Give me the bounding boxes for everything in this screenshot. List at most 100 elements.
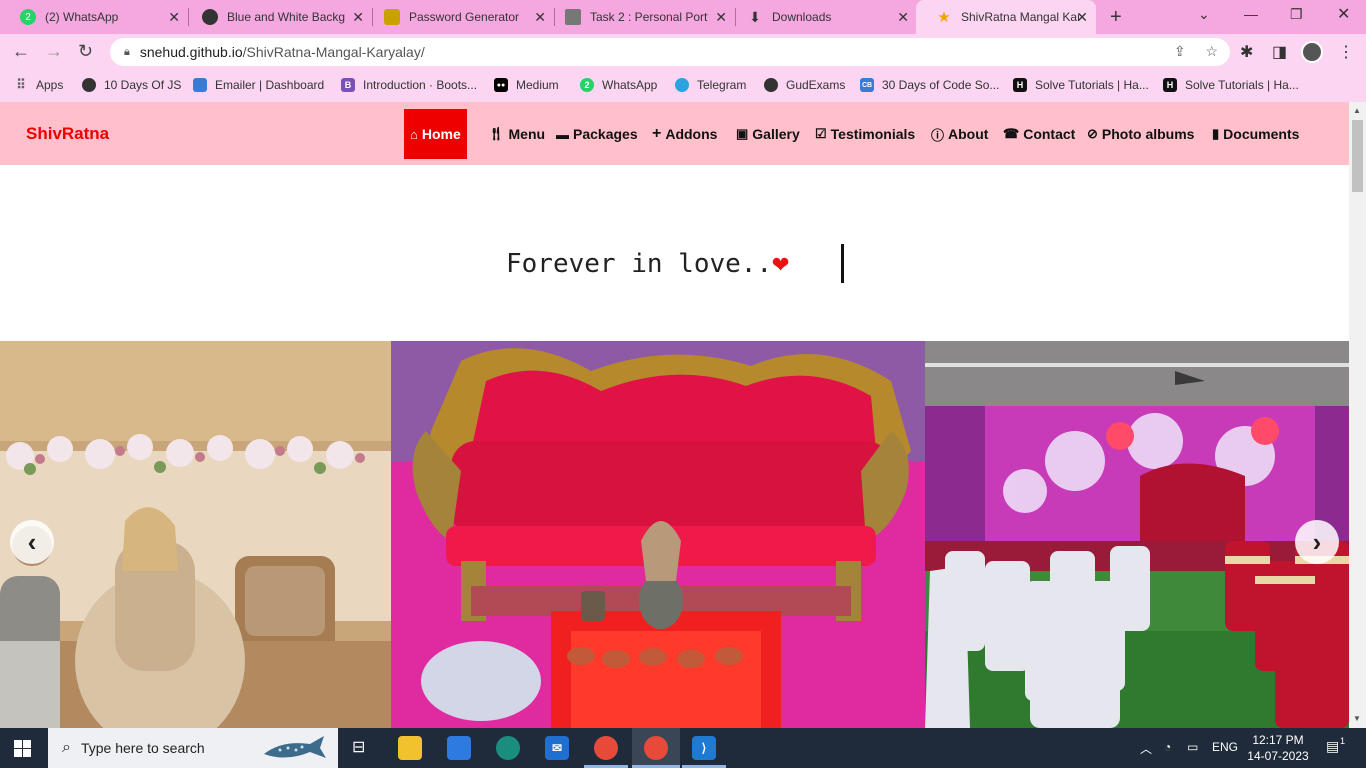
bookmark-apps[interactable]: ⠿ Apps: [14, 77, 63, 92]
close-icon[interactable]: ✕: [897, 9, 909, 26]
tab-blue-white[interactable]: Blue and White Backg ✕: [182, 0, 373, 34]
nav-about[interactable]: ⓘ About: [931, 109, 988, 159]
carousel-prev-button[interactable]: ‹: [10, 520, 54, 564]
bookmark-whatsapp[interactable]: 2 WhatsApp: [580, 78, 657, 92]
nav-menu[interactable]: 🍴︎ Menu: [488, 109, 545, 159]
nav-contact[interactable]: ☎ Contact: [1003, 109, 1075, 159]
scroll-up-icon[interactable]: ▲: [1353, 106, 1361, 115]
nav-packages[interactable]: ▬ Packages: [556, 109, 638, 159]
carousel-photo-sofa: [391, 341, 925, 728]
tab-password-generator[interactable]: Password Generator ✕: [364, 0, 555, 34]
nav-photo-albums[interactable]: ⊘ Photo albums: [1087, 109, 1194, 159]
nav-documents[interactable]: ▮ Documents: [1212, 109, 1299, 159]
search-icon: ⌕: [62, 739, 71, 756]
reload-button[interactable]: ↻: [78, 41, 93, 62]
tab-search-icon[interactable]: ⌄: [1198, 6, 1210, 23]
forward-button[interactable]: →: [45, 41, 63, 62]
carousel-photo-hall: [925, 341, 1349, 728]
extensions-icon[interactable]: ✱: [1240, 42, 1253, 62]
telegram-icon: [675, 78, 689, 92]
share-icon[interactable]: ⇪: [1174, 43, 1186, 59]
close-icon[interactable]: ✕: [1076, 9, 1088, 26]
plus-icon: +: [652, 125, 662, 142]
bookmark-emailer[interactable]: Emailer | Dashboard: [193, 78, 324, 92]
apps-grid-icon: ⠿: [16, 77, 26, 92]
nav-label: Menu: [508, 126, 546, 142]
star-icon: ★: [937, 9, 951, 26]
nav-addons[interactable]: + Addons: [652, 109, 717, 159]
bookmark-label: 30 Days of Code So...: [882, 78, 1000, 92]
search-placeholder: Type here to search: [80, 740, 205, 756]
profile-avatar[interactable]: [1301, 41, 1323, 63]
language-indicator[interactable]: ENG: [1212, 740, 1238, 754]
site-brand[interactable]: ShivRatna: [26, 124, 109, 144]
nav-label: Packages: [573, 126, 638, 142]
site-navbar: ShivRatna ⌂ Home 🍴︎ Menu ▬ Packages + Addons…: [0, 102, 1349, 165]
close-icon[interactable]: ✕: [715, 9, 727, 26]
page-scrollbar[interactable]: ▲ ▼: [1349, 102, 1366, 728]
bookmark-telegram[interactable]: Telegram: [675, 78, 746, 92]
address-bar[interactable]: 🔒︎ snehud.github.io/ShivRatna-Mangal-Kar…: [110, 38, 1230, 66]
bookmarks-bar: ⠿ Apps 10 Days Of JS Emailer | Dashboard…: [0, 70, 1366, 102]
carousel-next-button[interactable]: ›: [1295, 520, 1339, 564]
chrome-profile-icon[interactable]: [644, 736, 668, 760]
taskbar-clock[interactable]: 12:17 PM 14-07-2023: [1243, 732, 1313, 764]
bookmark-gudexams[interactable]: GudExams: [764, 78, 845, 92]
battery-icon[interactable]: ▭: [1187, 740, 1198, 754]
bookmark-10-days-js[interactable]: 10 Days Of JS: [82, 78, 181, 92]
bookmark-label: GudExams: [786, 78, 846, 92]
close-icon[interactable]: ✕: [168, 9, 180, 26]
back-button[interactable]: ←: [12, 41, 30, 62]
wifi-icon[interactable]: ◔: [1164, 740, 1171, 754]
tab-whatsapp[interactable]: 2 (2) WhatsApp ✕: [0, 0, 189, 34]
maximize-button[interactable]: ❐: [1290, 6, 1303, 23]
nav-home[interactable]: ⌂ Home: [404, 109, 467, 159]
new-tab-button[interactable]: +: [1110, 6, 1122, 29]
mail-icon[interactable]: ✉: [545, 736, 569, 760]
taskbar-search-box[interactable]: ⌕ Type here to search: [48, 728, 338, 768]
minimize-button[interactable]: —: [1244, 6, 1258, 22]
scroll-thumb[interactable]: [1352, 120, 1363, 192]
browser-toolbar: ← → ↻ 🔒︎ snehud.github.io/ShivRatna-Mang…: [0, 34, 1366, 70]
chrome-icon[interactable]: [594, 736, 618, 760]
globe-icon: [764, 78, 778, 92]
file-explorer-icon[interactable]: [398, 736, 422, 760]
nav-testimonials[interactable]: ☑ Testimonials: [815, 109, 915, 159]
bookmark-bootstrap[interactable]: B Introduction · Boots...: [341, 78, 477, 92]
scroll-down-icon[interactable]: ▼: [1353, 714, 1361, 723]
bookmark-30-days-code[interactable]: CB 30 Days of Code So...: [860, 78, 999, 92]
chevron-up-icon[interactable]: ︿: [1140, 740, 1152, 757]
lock-icon: 🔒︎: [124, 45, 130, 58]
more-menu-icon[interactable]: ⋮: [1338, 42, 1354, 62]
tab-downloads[interactable]: ⬇ Downloads ✕: [727, 0, 917, 34]
whale-shark-icon: [264, 736, 326, 758]
tab-title: Downloads: [772, 10, 832, 24]
notification-icon[interactable]: ▤: [1326, 738, 1339, 755]
close-window-button[interactable]: ✕: [1337, 4, 1350, 24]
carousel-photo-couple: [0, 341, 391, 728]
tab-title: Blue and White Backg: [227, 10, 345, 24]
tab-shivratna[interactable]: ★ ShivRatna Mangal Kar ✕: [916, 0, 1096, 34]
clock-time: 12:17 PM: [1252, 733, 1304, 747]
tab-title: (2) WhatsApp: [45, 10, 119, 24]
edge-icon[interactable]: [496, 736, 520, 760]
nav-label: Home: [421, 126, 461, 142]
bookmark-hackerrank-1[interactable]: H Solve Tutorials | Ha...: [1013, 78, 1149, 92]
bookmark-star-icon[interactable]: ☆: [1205, 43, 1218, 59]
nav-label: Gallery: [752, 126, 800, 142]
page-icon: [565, 9, 581, 25]
tab-task2[interactable]: Task 2 : Personal Portf ✕: [545, 0, 736, 34]
side-panel-icon[interactable]: ◨: [1272, 42, 1287, 62]
microsoft-store-icon[interactable]: [447, 736, 471, 760]
windows-start-icon[interactable]: [14, 740, 31, 757]
vscode-icon[interactable]: ⟩: [692, 736, 716, 760]
bookmark-label: 10 Days Of JS: [104, 78, 182, 92]
close-icon[interactable]: ✕: [352, 9, 364, 26]
task-view-icon[interactable]: ⊟: [352, 737, 365, 757]
hero-text-label: Forever in love..: [506, 249, 773, 279]
globe-icon: [202, 9, 218, 25]
nav-gallery[interactable]: ▣ Gallery: [736, 109, 800, 159]
clock-date: 14-07-2023: [1247, 749, 1309, 763]
bookmark-medium[interactable]: ●● Medium: [494, 78, 559, 92]
bookmark-hackerrank-2[interactable]: H Solve Tutorials | Ha...: [1163, 78, 1299, 92]
